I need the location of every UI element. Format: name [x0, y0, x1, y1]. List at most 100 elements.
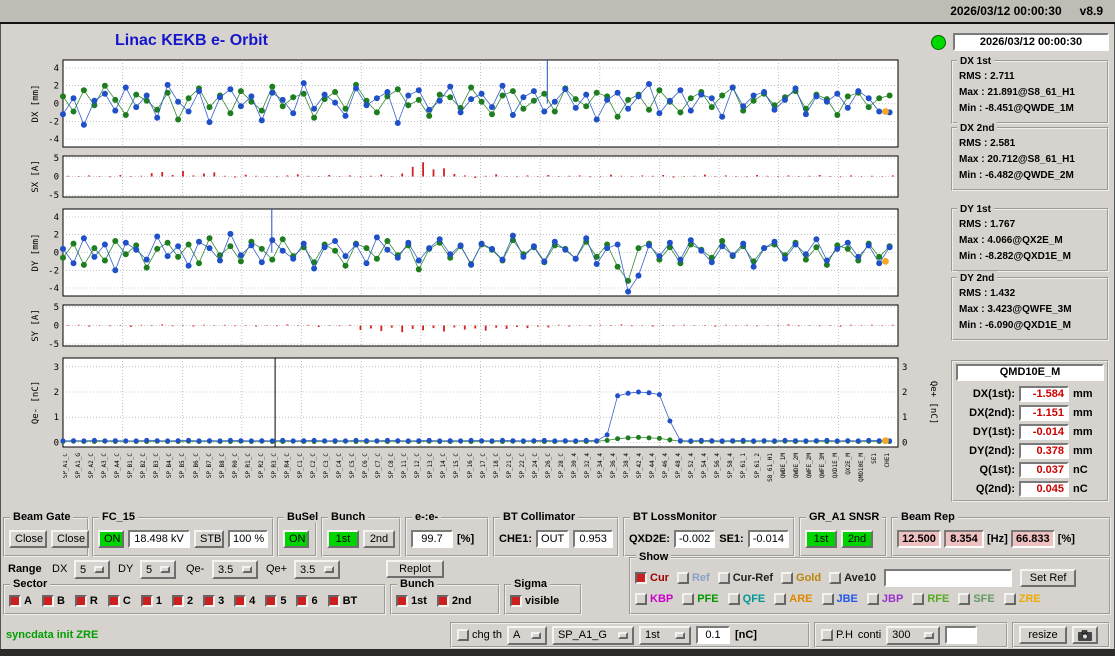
show-gold-toggle[interactable]: Gold [781, 572, 821, 584]
monitor-row: Q(2nd): 0.045 nC [953, 479, 1107, 498]
sector-b-toggle[interactable]: B [41, 595, 65, 607]
x-axis-label: SP_13_C [427, 453, 435, 479]
beam-gate-close-button-2[interactable]: Close [51, 530, 89, 548]
count-select[interactable]: 300 [886, 625, 941, 645]
bunch-1st-button[interactable]: 1st [327, 530, 359, 548]
show-sfe-toggle[interactable]: SFE [958, 593, 995, 605]
bunch-filter-2nd-label: 2nd [451, 595, 472, 607]
beam-rep-hz-unit: [Hz] [987, 533, 1008, 545]
show-qfe-toggle[interactable]: QFE [727, 593, 765, 605]
show-kbp-toggle[interactable]: KBP [635, 593, 673, 605]
checkbox-icon [510, 595, 522, 607]
bunch-filter-1st-toggle[interactable]: 1st [396, 595, 427, 607]
range-qem-select[interactable]: 3.5 [212, 560, 258, 579]
stat-min: Min : -6.482@QWDE_2M [959, 170, 1074, 181]
monitor-row-value: 0.037 [1019, 461, 1069, 478]
checkbox-icon [1003, 593, 1016, 605]
sector-a-toggle[interactable]: A [9, 595, 32, 607]
sector-3-toggle[interactable]: 3 [203, 595, 224, 607]
range-dx-label: DX [52, 563, 68, 575]
show-jbp-toggle[interactable]: JBP [866, 593, 903, 605]
sector-5-toggle[interactable]: 5 [265, 595, 286, 607]
x-axis-label: SP_42_4 [636, 453, 644, 479]
stat-rms: RMS : 1.432 [959, 288, 1016, 299]
fc15-stb-button[interactable]: STB [194, 530, 224, 548]
svg-text:2: 2 [54, 388, 59, 398]
count-input[interactable] [945, 626, 978, 644]
x-axis-label: SP_36_4 [610, 453, 617, 479]
set-ref-button[interactable]: Set Ref [1020, 569, 1077, 587]
show-cur-ref-toggle[interactable]: Cur-Ref [717, 572, 773, 584]
bunch-select[interactable]: 1st [638, 625, 691, 645]
range-dy-select[interactable]: 5 [140, 560, 176, 579]
sector-1-label: 1 [155, 595, 162, 607]
x-axis-label: SP_R0_C [231, 453, 239, 479]
stat-box-title: DX 1st [957, 54, 995, 70]
bunch-2nd-button[interactable]: 2nd [363, 530, 395, 548]
svg-text:-4: -4 [48, 135, 59, 145]
show-are-toggle[interactable]: ARE [774, 593, 813, 605]
page-title: Linac KEKB e- Orbit [115, 32, 268, 49]
show-ref-toggle[interactable]: Ref [676, 572, 710, 584]
range-dy-label: DY [118, 563, 134, 575]
che1-label: CHE1: [499, 533, 533, 545]
stat-max: Max : 4.066@QX2E_M [959, 235, 1063, 246]
busel-on-button[interactable]: ON [283, 530, 309, 548]
gr-snsr-2nd-button[interactable]: 2nd [841, 530, 873, 548]
sector-1-toggle[interactable]: 1 [140, 595, 162, 607]
svg-text:1: 1 [54, 413, 59, 423]
resize-button[interactable]: resize [1019, 626, 1067, 644]
ph-toggle[interactable]: P.H [821, 629, 853, 641]
x-axis-label: SP_C2_C [309, 453, 317, 479]
sector-select[interactable]: A [506, 625, 547, 645]
range-dx-select[interactable]: 5 [74, 560, 110, 579]
show-pfe-toggle[interactable]: PFE [682, 593, 719, 605]
sector-c-toggle[interactable]: C [107, 595, 131, 607]
screenshot-button[interactable] [1072, 626, 1098, 644]
checkbox-icon [296, 595, 309, 607]
show-pfe-label: PFE [697, 593, 719, 605]
checkbox-icon [635, 593, 647, 605]
sector-2-label: 2 [186, 595, 194, 607]
bpm-select[interactable]: SP_A1_G [551, 625, 634, 645]
beam-gate-close-button-1[interactable]: Close [9, 530, 47, 548]
option-menu-indicator-icon [160, 566, 170, 573]
sector-4-toggle[interactable]: 4 [234, 595, 255, 607]
x-axis-label: QWDE_1M [779, 453, 787, 479]
checkbox-icon [958, 593, 971, 605]
sector-2-toggle[interactable]: 2 [171, 595, 194, 607]
monitor-row-label: DY(1st): [972, 425, 1015, 438]
sector-r-toggle[interactable]: R [74, 595, 98, 607]
x-axis-label: SP_12_C [414, 453, 422, 479]
checkbox-icon [676, 572, 689, 584]
svg-text:5: 5 [54, 303, 59, 313]
option-menu-indicator-icon [674, 631, 685, 639]
range-qep-select[interactable]: 3.5 [294, 560, 340, 579]
fc15-on-button[interactable]: ON [98, 530, 124, 548]
sector-r-label: R [89, 595, 98, 607]
ref-name-input[interactable] [884, 569, 1013, 587]
monitor-row: DY(1st): -0.014 mm [953, 422, 1107, 441]
sigma-group: Sigma visible [504, 578, 582, 615]
svg-text:0: 0 [54, 249, 59, 259]
chg-th-toggle[interactable]: chg th [457, 629, 502, 641]
show-zre-toggle[interactable]: ZRE [1003, 593, 1041, 605]
replot-button[interactable]: Replot [386, 560, 444, 578]
sector-bt-toggle[interactable]: BT [327, 595, 357, 607]
x-axis-label: SP_14_C [440, 453, 448, 479]
show-ave10-toggle[interactable]: Ave10 [829, 572, 876, 584]
threshold-unit: [nC] [734, 629, 757, 641]
x-axis-label: QX2E_M [844, 453, 852, 475]
se1-value: -0.014 [747, 530, 789, 548]
show-cur-toggle[interactable]: Cur [635, 572, 669, 584]
show-jbe-toggle[interactable]: JBE [821, 593, 858, 605]
bunch-filter-2nd-toggle[interactable]: 2nd [436, 595, 472, 607]
checkbox-icon [203, 595, 216, 607]
gr-snsr-1st-button[interactable]: 1st [805, 530, 837, 548]
sector-6-toggle[interactable]: 6 [296, 595, 318, 607]
sigma-visible-toggle[interactable]: visible [510, 595, 559, 607]
stat-rms: RMS : 1.767 [959, 219, 1016, 230]
svg-text:4: 4 [54, 213, 59, 223]
show-rfe-toggle[interactable]: RFE [912, 593, 949, 605]
show-ave10-label: Ave10 [844, 572, 877, 584]
